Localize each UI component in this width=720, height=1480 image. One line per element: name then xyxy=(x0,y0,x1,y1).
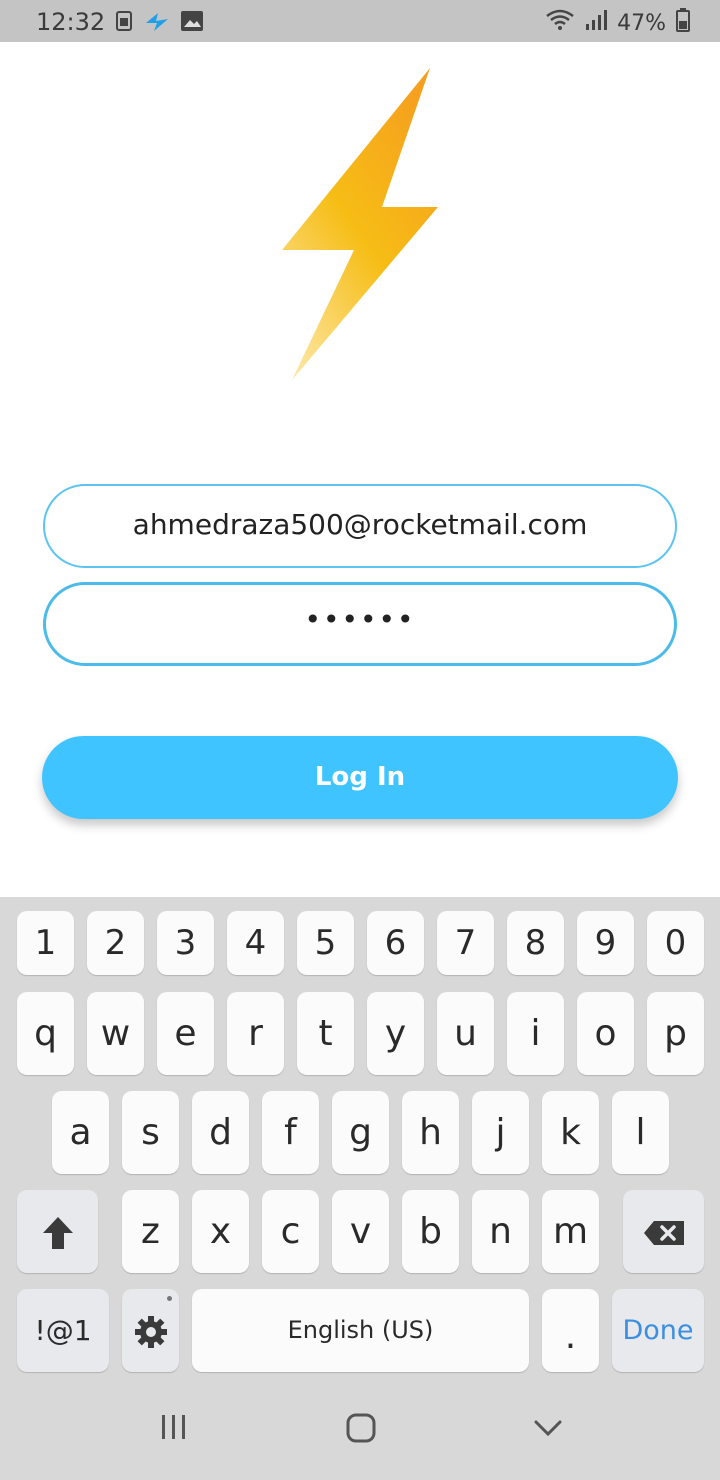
hide-keyboard-chevron-icon[interactable] xyxy=(532,1412,564,1449)
gear-icon xyxy=(132,1315,170,1348)
key-y[interactable]: y xyxy=(367,992,424,1075)
key-8[interactable]: 8 xyxy=(507,911,564,975)
key-e[interactable]: e xyxy=(157,992,214,1075)
key-f[interactable]: f xyxy=(262,1091,319,1174)
key-j[interactable]: j xyxy=(472,1091,529,1174)
key-0[interactable]: 0 xyxy=(647,911,704,975)
home-icon[interactable] xyxy=(345,1412,377,1449)
status-icons-right: 47% xyxy=(545,8,690,38)
key-3[interactable]: 3 xyxy=(157,911,214,975)
key-g[interactable]: g xyxy=(332,1091,389,1174)
key-5[interactable]: 5 xyxy=(297,911,354,975)
key-k[interactable]: k xyxy=(542,1091,599,1174)
key-o[interactable]: o xyxy=(577,992,634,1075)
symbols-key[interactable]: !@1 xyxy=(17,1289,109,1372)
status-time: 12:32 xyxy=(36,8,106,36)
key-1[interactable]: 1 xyxy=(17,911,74,975)
key-p[interactable]: p xyxy=(647,992,704,1075)
key-n[interactable]: n xyxy=(472,1190,529,1273)
space-key[interactable]: English (US) xyxy=(192,1289,529,1372)
key-r[interactable]: r xyxy=(227,992,284,1075)
key-v[interactable]: v xyxy=(332,1190,389,1273)
status-bar: 12:32 47% xyxy=(0,0,720,42)
sim-icon xyxy=(114,9,134,37)
key-c[interactable]: c xyxy=(262,1190,319,1273)
key-s[interactable]: s xyxy=(122,1091,179,1174)
key-6[interactable]: 6 xyxy=(367,911,424,975)
email-field[interactable]: ahmedraza500@rocketmail.com xyxy=(43,484,677,568)
backspace-icon xyxy=(642,1211,686,1252)
system-nav-bar xyxy=(0,1390,720,1480)
battery-icon xyxy=(676,8,690,38)
key-4[interactable]: 4 xyxy=(227,911,284,975)
key-2[interactable]: 2 xyxy=(87,911,144,975)
key-h[interactable]: h xyxy=(402,1091,459,1174)
key-x[interactable]: x xyxy=(192,1190,249,1273)
backspace-key[interactable] xyxy=(623,1190,704,1273)
key-d[interactable]: d xyxy=(192,1091,249,1174)
key-w[interactable]: w xyxy=(87,992,144,1075)
recent-apps-icon[interactable] xyxy=(160,1412,188,1447)
image-icon xyxy=(180,10,204,36)
key-a[interactable]: a xyxy=(52,1091,109,1174)
key-m[interactable]: m xyxy=(542,1190,599,1273)
key-z[interactable]: z xyxy=(122,1190,179,1273)
key-b[interactable]: b xyxy=(402,1190,459,1273)
done-key[interactable]: Done xyxy=(612,1289,704,1372)
shift-arrow-icon xyxy=(41,1211,75,1252)
key-7[interactable]: 7 xyxy=(437,911,494,975)
key-9[interactable]: 9 xyxy=(577,911,634,975)
key-i[interactable]: i xyxy=(507,992,564,1075)
battery-percent: 47% xyxy=(617,10,666,36)
lightning-bolt-icon xyxy=(278,66,442,382)
wifi-icon xyxy=(545,8,575,38)
settings-key[interactable] xyxy=(122,1289,179,1372)
shift-key[interactable] xyxy=(17,1190,98,1273)
key-t[interactable]: t xyxy=(297,992,354,1075)
password-field[interactable]: •••••• xyxy=(43,582,677,666)
key-u[interactable]: u xyxy=(437,992,494,1075)
more-indicator-dot xyxy=(167,1296,172,1301)
period-key[interactable]: . xyxy=(542,1289,599,1372)
key-q[interactable]: q xyxy=(17,992,74,1075)
login-button[interactable]: Log In xyxy=(42,736,678,819)
signal-icon xyxy=(585,9,608,37)
status-icons-left xyxy=(114,9,204,37)
key-l[interactable]: l xyxy=(612,1091,669,1174)
telenor-icon xyxy=(144,9,170,37)
